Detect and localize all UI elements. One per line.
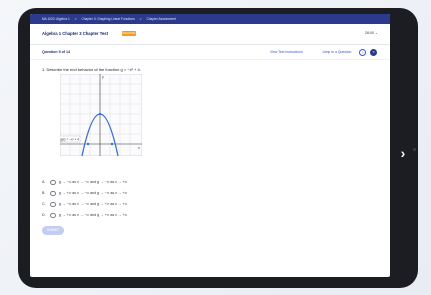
breadcrumb: MA 1020: Algebra 1 > Chapter 3: Graphing…	[30, 14, 390, 24]
breadcrumb-assessment[interactable]: Chapter Assessment	[146, 17, 175, 21]
choice-text: g → +∞ as x → −∞ and g → +∞ as x → +∞	[59, 213, 128, 217]
choice-text: g → +∞ as x → −∞ and g → −∞ as x → +∞	[59, 191, 128, 195]
radio-button[interactable]	[50, 212, 56, 218]
parabola-graph: g(x) = −x² + 4 y x	[60, 74, 142, 156]
radio-button[interactable]	[50, 190, 56, 196]
menu-icon[interactable]: ≡	[370, 48, 377, 56]
choice-c[interactable]: C. g → −∞ as x → −∞ and g → +∞ as x → +∞	[42, 201, 242, 209]
choice-letter: B.	[42, 191, 46, 195]
choice-a[interactable]: A. g → −∞ as x → −∞ and g → −∞ as x → +∞	[42, 179, 242, 187]
choice-letter: C.	[42, 202, 46, 206]
tablet-screen: MA 1020: Algebra 1 > Chapter 3: Graphing…	[30, 14, 390, 277]
page: ‹ › MA 1020: Algebra 1 > Chapter 3: Grap…	[0, 0, 431, 295]
camera-dot	[413, 148, 416, 151]
y-axis-label: y	[102, 75, 104, 79]
vertex-point	[98, 112, 102, 116]
choice-d[interactable]: D. g → +∞ as x → −∞ and g → +∞ as x → +∞	[42, 212, 242, 220]
timer[interactable]: 28:00 ⌄	[365, 31, 378, 35]
x-intercept-left	[86, 142, 90, 146]
breadcrumb-course[interactable]: MA 1020: Algebra 1	[42, 17, 70, 21]
choice-letter: A.	[42, 180, 46, 184]
practice-badge: PRACTICE	[122, 30, 136, 36]
choice-b[interactable]: B. g → +∞ as x → −∞ and g → −∞ as x → +∞	[42, 190, 242, 198]
radio-button[interactable]	[50, 179, 56, 185]
question-prompt: 1. Describe the end behavior of the func…	[42, 67, 141, 72]
jump-to-question-link[interactable]: Jump to a Question	[322, 50, 351, 54]
question-counter: Question 5 of 14	[42, 50, 70, 54]
view-instructions-link[interactable]: View Test Instructions	[270, 50, 303, 54]
breadcrumb-separator: >	[139, 17, 142, 21]
choice-text: g → −∞ as x → −∞ and g → +∞ as x → +∞	[59, 202, 128, 206]
choice-letter: D.	[42, 213, 46, 217]
next-arrow-icon[interactable]: ›	[397, 145, 409, 161]
test-header: Algebra 1 Chapter 3 Chapter Test PRACTIC…	[30, 24, 390, 45]
submit-button[interactable]: SUBMIT	[42, 226, 64, 235]
x-axis-label: x	[138, 146, 140, 150]
radio-button[interactable]	[50, 201, 56, 207]
choice-text: g → −∞ as x → −∞ and g → −∞ as x → +∞	[59, 180, 128, 184]
breadcrumb-chapter[interactable]: Chapter 3: Graphing Linear Functions	[81, 17, 134, 21]
breadcrumb-separator: >	[74, 17, 77, 21]
page-title: Algebra 1 Chapter 3 Chapter Test	[42, 31, 109, 36]
x-intercept-right	[110, 142, 114, 146]
help-icon[interactable]: ?	[359, 48, 366, 56]
question-toolbar: Question 5 of 14 View Test Instructions …	[30, 45, 390, 60]
function-label: g(x) = −x² + 4	[60, 137, 79, 141]
